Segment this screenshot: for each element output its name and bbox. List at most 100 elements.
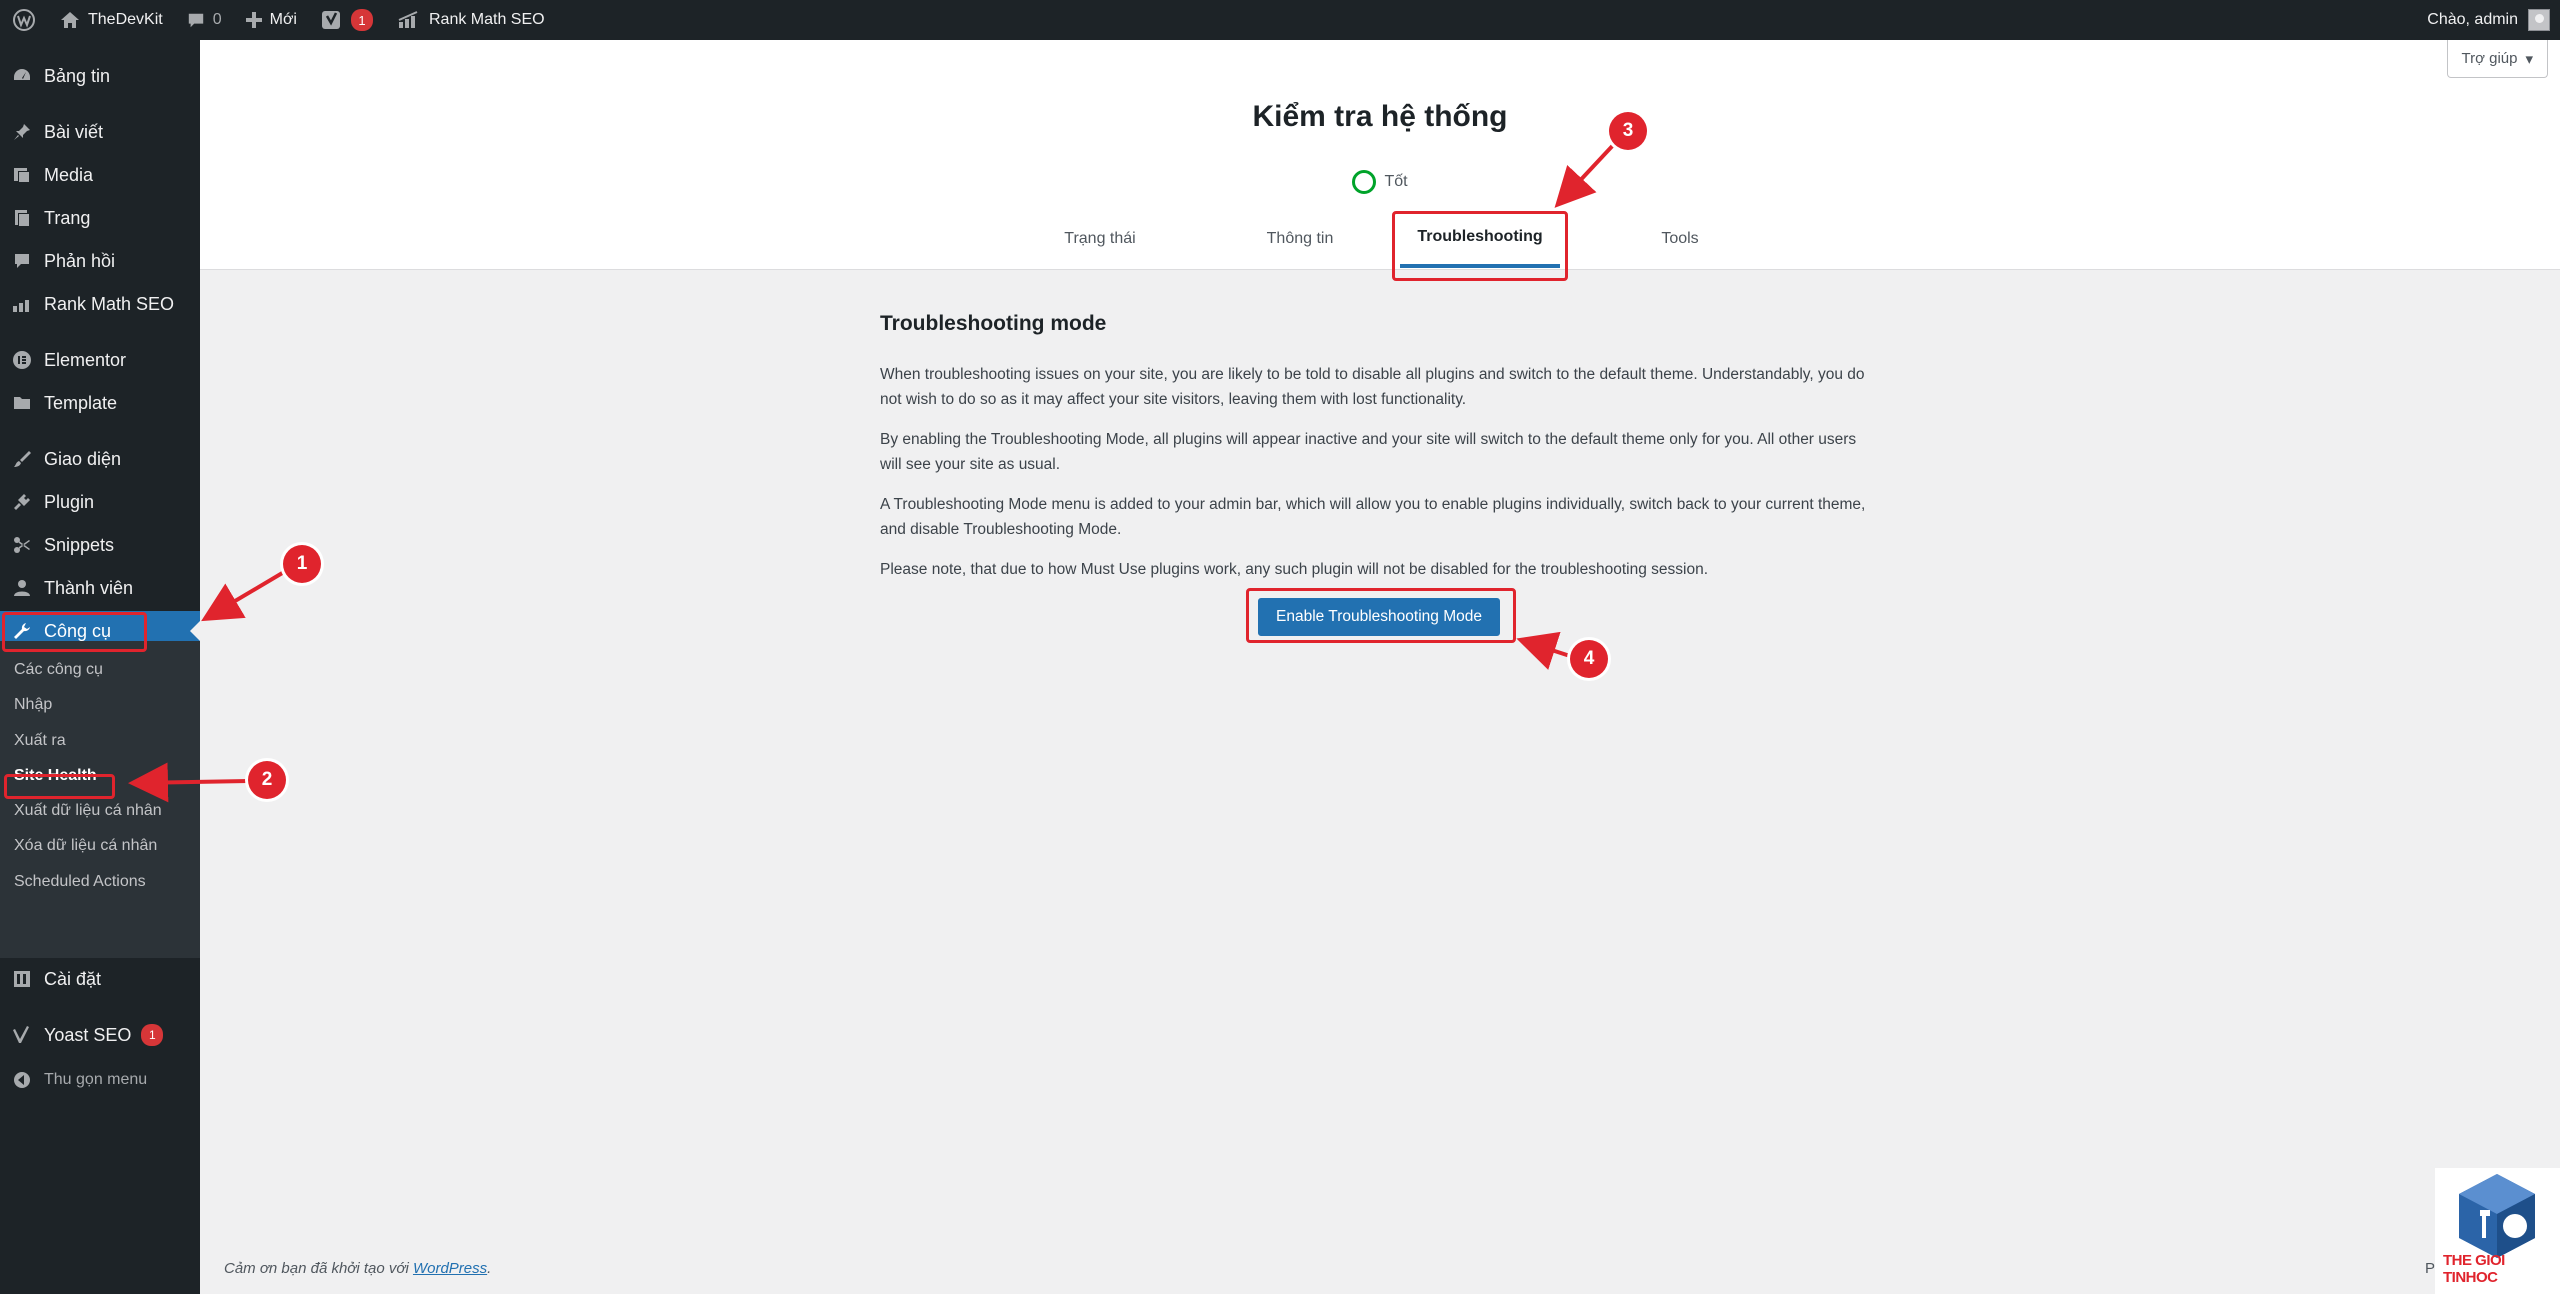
plugin-icon xyxy=(10,490,34,514)
yoast-menu-badge: 1 xyxy=(141,1024,164,1046)
paragraph: A Troubleshooting Mode menu is added to … xyxy=(880,496,1866,538)
paragraph: By enabling the Troubleshooting Mode, al… xyxy=(880,431,1857,473)
rankmath-label: Rank Math SEO xyxy=(428,11,545,28)
help-button[interactable]: Trợ giúp ▾ xyxy=(2446,40,2548,78)
paragraph: Please note, that due to how Must Use pl… xyxy=(880,561,1709,578)
tab-status[interactable]: Trạng thái xyxy=(1030,210,1170,268)
page-title: Kiểm tra hệ thống xyxy=(1252,100,1508,133)
tab-info[interactable]: Thông tin xyxy=(1230,210,1370,268)
health-status: Tốt xyxy=(200,170,2560,194)
annotation-marker-3: 3 xyxy=(1609,112,1647,150)
paragraph: When troubleshooting issues on your site… xyxy=(880,366,1865,408)
comment-icon xyxy=(188,13,203,28)
comments-count: 0 xyxy=(212,11,222,28)
page-icon xyxy=(10,206,34,230)
sidebar-item-media[interactable]: Media xyxy=(0,155,200,195)
submenu-item-export[interactable]: Xuất ra xyxy=(14,732,66,750)
dashboard-icon xyxy=(10,64,34,88)
rankmath-icon xyxy=(398,11,418,28)
admin-bar: TheDevKit 0 Mới 1 Rank Math SEO Chào, ad… xyxy=(0,0,2560,40)
sidebar-item-label: Bảng tin xyxy=(44,65,111,86)
sidebar-item-label: Trang xyxy=(44,207,91,228)
status-label: Tốt xyxy=(1384,173,1408,190)
sidebar-item-label: Template xyxy=(44,392,118,413)
caret-down-icon: ▾ xyxy=(2525,50,2533,68)
sidebar-item-appearance[interactable]: Giao diện xyxy=(0,439,200,479)
folder-icon xyxy=(10,391,34,415)
watermark-text: THE GIOI TINHOC xyxy=(2443,1252,2505,1286)
annotation-marker-1: 1 xyxy=(283,545,321,583)
site-health-header: Trợ giúp ▾ Kiểm tra hệ thống Tốt Trạng t… xyxy=(200,40,2560,270)
sidebar-item-label: Thành viên xyxy=(44,577,134,598)
sidebar-item-settings[interactable]: Cài đặt xyxy=(0,959,200,999)
yoast-adminbar-link[interactable]: 1 xyxy=(309,0,385,40)
wordpress-logo-icon[interactable] xyxy=(0,0,48,40)
collapse-label: Thu gọn menu xyxy=(44,1071,148,1088)
submenu-item-erase-personal-data[interactable]: Xóa dữ liệu cá nhân xyxy=(14,837,157,855)
rankmath-adminbar-link[interactable]: Rank Math SEO xyxy=(385,0,557,40)
annotation-marker-2: 2 xyxy=(248,761,286,799)
sidebar-item-label: Plugin xyxy=(44,491,95,512)
highlight-enable-button xyxy=(1246,588,1516,643)
sidebar-item-comments[interactable]: Phản hồi xyxy=(0,241,200,281)
sidebar-item-label: Cài đặt xyxy=(44,968,102,989)
new-content-link[interactable]: Mới xyxy=(234,0,309,40)
help-label: Trợ giúp xyxy=(2461,50,2518,67)
user-icon xyxy=(10,576,34,600)
site-name-link[interactable]: TheDevKit xyxy=(48,0,175,40)
sidebar-item-rankmath[interactable]: Rank Math SEO xyxy=(0,284,200,324)
yoast-notification-badge: 1 xyxy=(350,9,373,31)
sidebar-item-label: Phản hồi xyxy=(44,250,116,271)
wordpress-link[interactable]: WordPress xyxy=(413,1260,487,1277)
pin-icon xyxy=(10,120,34,144)
footer-version: P xyxy=(2425,1260,2436,1277)
brush-icon xyxy=(10,447,34,471)
submenu-item-export-personal-data[interactable]: Xuất dữ liệu cá nhân xyxy=(14,802,162,820)
collapse-icon xyxy=(10,1068,34,1092)
sidebar-item-label: Rank Math SEO xyxy=(44,293,175,314)
sidebar-item-snippets[interactable]: Snippets xyxy=(0,525,200,565)
sidebar-item-elementor[interactable]: Elementor xyxy=(0,340,200,380)
highlight-troubleshooting-tab xyxy=(1392,211,1568,281)
plus-icon xyxy=(245,12,262,28)
scissors-icon xyxy=(10,533,34,557)
sidebar-item-label: Bài viết xyxy=(44,121,104,142)
tools-submenu: Các công cụ Nhập Xuất ra Site Health Xuấ… xyxy=(0,641,200,958)
yoast-icon xyxy=(10,1023,34,1047)
my-account[interactable]: Chào, admin xyxy=(2427,9,2560,31)
sidebar-item-users[interactable]: Thành viên xyxy=(0,568,200,608)
submenu-item-tools[interactable]: Các công cụ xyxy=(14,661,103,679)
tab-tools[interactable]: Tools xyxy=(1620,210,1740,268)
comments-link[interactable]: 0 xyxy=(175,0,234,40)
troubleshooting-panel: Troubleshooting mode When troubleshootin… xyxy=(880,312,1880,597)
footer-period: . xyxy=(487,1260,492,1277)
submenu-item-scheduled-actions[interactable]: Scheduled Actions xyxy=(14,873,146,891)
site-name: TheDevKit xyxy=(88,11,163,28)
home-icon xyxy=(61,12,79,28)
sidebar-item-label: Media xyxy=(44,164,94,185)
sidebar-item-plugins[interactable]: Plugin xyxy=(0,482,200,522)
admin-sidebar: Bảng tin Bài viết Media Trang Phản hồi R… xyxy=(0,40,200,1294)
sidebar-item-label: Giao diện xyxy=(44,448,122,469)
greeting: Chào, admin xyxy=(2427,11,2518,28)
sidebar-item-label: Elementor xyxy=(44,349,127,370)
settings-icon xyxy=(10,967,34,991)
watermark-logo: THE GIOI TINHOC xyxy=(2435,1168,2560,1294)
elementor-icon xyxy=(10,348,34,372)
sidebar-item-posts[interactable]: Bài viết xyxy=(0,112,200,152)
sidebar-item-template[interactable]: Template xyxy=(0,383,200,423)
footer-thankyou: Cảm ơn bạn đã khởi tạo với WordPress. xyxy=(224,1260,491,1277)
sidebar-item-label: Snippets xyxy=(44,534,115,555)
media-icon xyxy=(10,163,34,187)
yoast-icon xyxy=(321,11,340,29)
highlight-site-health xyxy=(4,774,115,799)
sidebar-item-pages[interactable]: Trang xyxy=(0,198,200,238)
footer-text: Cảm ơn bạn đã khởi tạo với xyxy=(224,1260,409,1277)
sidebar-item-label: Yoast SEO xyxy=(44,1024,132,1045)
collapse-menu-button[interactable]: Thu gọn menu xyxy=(0,1060,200,1100)
rankmath-icon xyxy=(10,292,34,316)
submenu-item-import[interactable]: Nhập xyxy=(14,696,52,714)
sidebar-item-dashboard[interactable]: Bảng tin xyxy=(0,56,200,96)
avatar xyxy=(2528,9,2550,31)
sidebar-item-yoast[interactable]: Yoast SEO 1 xyxy=(0,1015,200,1055)
